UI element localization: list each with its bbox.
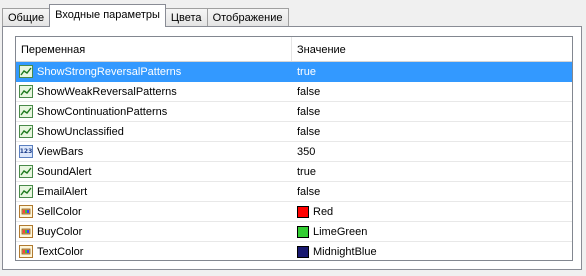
- table-row[interactable]: ShowStrongReversalPatterns true: [16, 62, 572, 82]
- chart-icon: [19, 65, 33, 78]
- table-row[interactable]: BuyColor LimeGreen: [16, 222, 572, 242]
- variable-name: TextColor: [37, 245, 84, 258]
- tab-display[interactable]: Отображение: [206, 8, 289, 27]
- parameters-grid: Переменная Значение ShowStrongReversalPa…: [15, 36, 573, 261]
- value-cell[interactable]: Red: [292, 205, 572, 218]
- table-row[interactable]: EmailAlert false: [16, 182, 572, 202]
- value-text: MidnightBlue: [313, 245, 377, 258]
- variable-cell: EmailAlert: [16, 185, 292, 198]
- chart-icon: [19, 105, 33, 118]
- table-row[interactable]: ShowContinuationPatterns false: [16, 102, 572, 122]
- tab-panel: Переменная Значение ShowStrongReversalPa…: [2, 26, 582, 270]
- value-text: LimeGreen: [313, 225, 368, 238]
- color-swatch: [297, 205, 309, 218]
- variable-name: SellColor: [37, 205, 82, 218]
- variable-cell: 123 ViewBars: [16, 145, 292, 158]
- value-cell[interactable]: true: [292, 66, 572, 78]
- table-row[interactable]: ShowWeakReversalPatterns false: [16, 82, 572, 102]
- value-cell[interactable]: MidnightBlue: [292, 245, 572, 258]
- variable-name: ShowStrongReversalPatterns: [37, 65, 182, 78]
- value-text: false: [297, 85, 321, 98]
- value-text: true: [297, 65, 316, 78]
- table-row[interactable]: ShowUnclassified false: [16, 122, 572, 142]
- color-icon: [19, 245, 33, 258]
- value-text: false: [297, 185, 321, 198]
- table-row[interactable]: SoundAlert true: [16, 162, 572, 182]
- variable-cell: TextColor: [16, 245, 292, 258]
- variable-name: ShowContinuationPatterns: [37, 105, 168, 118]
- variable-cell: SoundAlert: [16, 165, 292, 178]
- variable-cell: ShowContinuationPatterns: [16, 105, 292, 118]
- tab-strip: Общие Входные параметры Цвета Отображени…: [2, 4, 289, 27]
- variable-name: SoundAlert: [37, 165, 92, 178]
- grid-rows: ShowStrongReversalPatterns true ShowWeakRe…: [16, 62, 572, 260]
- value-cell[interactable]: LimeGreen: [292, 225, 572, 238]
- color-icon: [19, 205, 33, 218]
- color-swatch: [297, 245, 309, 258]
- number-icon: 123: [19, 145, 33, 158]
- value-text: 350: [297, 145, 316, 158]
- variable-name: ShowUnclassified: [37, 125, 124, 138]
- value-cell[interactable]: false: [292, 106, 572, 118]
- table-row[interactable]: 123 ViewBars 350: [16, 142, 572, 162]
- variable-name: EmailAlert: [37, 185, 88, 198]
- variable-name: BuyColor: [37, 225, 83, 238]
- variable-name: ViewBars: [37, 145, 84, 158]
- value-cell[interactable]: false: [292, 126, 572, 138]
- value-text: Red: [313, 205, 334, 218]
- value-text: true: [297, 165, 316, 178]
- chart-icon: [19, 125, 33, 138]
- value-cell[interactable]: false: [292, 186, 572, 198]
- chart-icon: [19, 85, 33, 98]
- tab-general[interactable]: Общие: [2, 8, 51, 27]
- value-text: false: [297, 105, 321, 118]
- chart-icon: [19, 165, 33, 178]
- chart-icon: [19, 185, 33, 198]
- variable-cell: SellColor: [16, 205, 292, 218]
- variable-cell: ShowWeakReversalPatterns: [16, 85, 292, 98]
- color-swatch: [297, 225, 309, 238]
- table-row[interactable]: TextColor MidnightBlue: [16, 242, 572, 260]
- tab-colors[interactable]: Цвета: [164, 8, 208, 27]
- variable-cell: ShowUnclassified: [16, 125, 292, 138]
- variable-name: ShowWeakReversalPatterns: [37, 85, 177, 98]
- color-icon: [19, 225, 33, 238]
- column-header-variable[interactable]: Переменная: [16, 37, 292, 61]
- column-header-value[interactable]: Значение: [292, 37, 572, 61]
- value-text: false: [297, 125, 321, 138]
- grid-header: Переменная Значение: [16, 37, 572, 62]
- value-cell[interactable]: false: [292, 86, 572, 98]
- variable-cell: ShowStrongReversalPatterns: [16, 65, 292, 78]
- value-cell[interactable]: true: [292, 166, 572, 178]
- value-cell[interactable]: 350: [292, 146, 572, 158]
- table-row[interactable]: SellColor Red: [16, 202, 572, 222]
- variable-cell: BuyColor: [16, 225, 292, 238]
- tab-input-parameters[interactable]: Входные параметры: [49, 4, 166, 27]
